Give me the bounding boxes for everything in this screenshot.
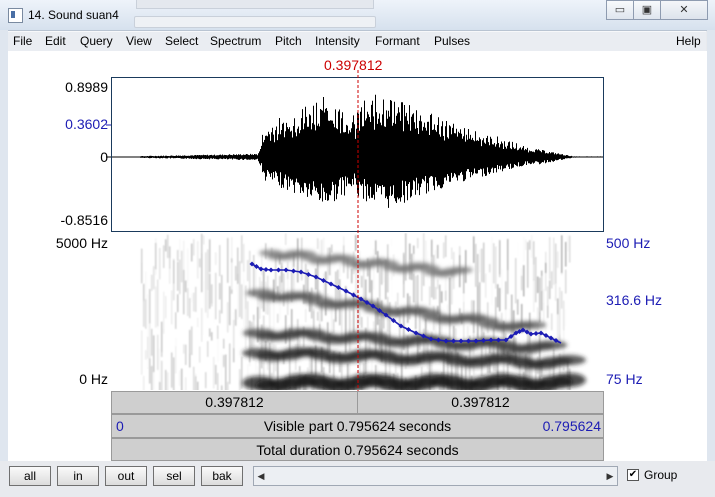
praat-sound-window: 14. Sound suan4 ▭ ▣ ✕ File Edit Query Vi… <box>0 0 715 497</box>
cursor-overlay <box>106 70 359 391</box>
